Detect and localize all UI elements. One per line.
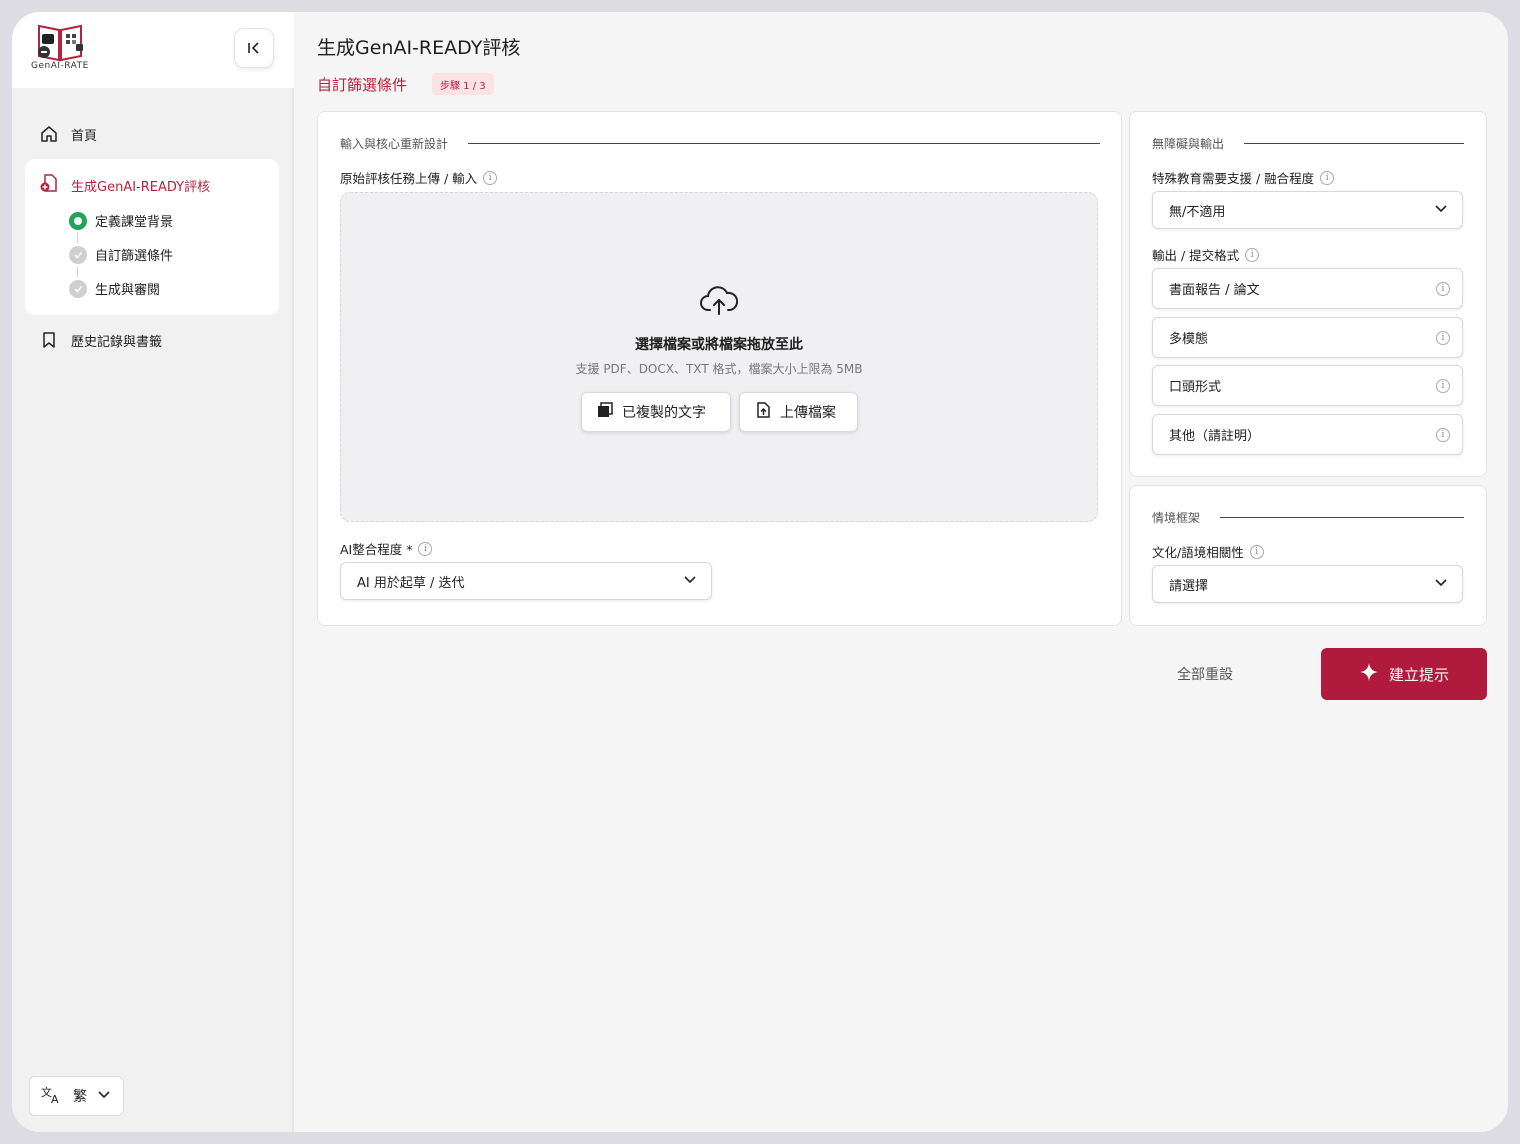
language-label: 繁 [73, 1089, 87, 1105]
select-value: 無/不適用 [1169, 204, 1226, 220]
select-value: AI 用於起草 / 迭代 [357, 575, 465, 591]
select-value: 請選擇 [1169, 578, 1209, 594]
info-icon[interactable]: i [1436, 378, 1450, 393]
section-divider [468, 143, 1100, 144]
field-label-text: 原始評核任務上傳 / 輸入 [340, 171, 478, 186]
chevron-down-icon [683, 572, 697, 590]
accessibility-card: 無障礙與輸出 特殊教育需要支援 / 融合程度 i 無/不適用 輸出 / 提交格式… [1129, 111, 1487, 477]
chevron-down-icon [97, 1087, 111, 1105]
sidebar-item-generate[interactable]: 生成GenAI-READY評核 [39, 173, 210, 197]
sen-label: 特殊教育需要支援 / 融合程度 i [1152, 168, 1335, 187]
step-connector [77, 267, 78, 277]
dropzone-title: 選擇檔案或將檔案拖放至此 [635, 337, 803, 353]
step-pending-icon [69, 279, 87, 298]
collapse-left-icon [248, 42, 259, 54]
field-label-text: 文化/語境相關性 [1152, 545, 1244, 560]
file-upload-icon [754, 401, 772, 423]
cloud-upload-icon [700, 286, 738, 315]
translate-icon: 文 A [41, 1084, 63, 1108]
create-prompt-button[interactable]: 建立提示 [1321, 648, 1487, 700]
logo-text: GenAI-RATE [31, 61, 89, 71]
section-title: 輸入與核心重新設計 [340, 137, 449, 151]
section-title: 情境框架 [1152, 511, 1201, 525]
section-divider [1220, 517, 1464, 518]
sidebar: GenAI-RATE 首頁 生成GenAI-READY評核 定義課堂背景 自訂篩… [12, 12, 294, 1132]
sidebar-active-group: 生成GenAI-READY評核 定義課堂背景 自訂篩選條件 生成與審閱 [25, 159, 279, 315]
step-item-1[interactable]: 定義課堂背景 [69, 211, 173, 230]
step-badge: 步驟 1 / 3 [432, 73, 494, 95]
language-selector[interactable]: 文 A 繁 [29, 1076, 124, 1116]
svg-text:A: A [51, 1093, 59, 1104]
info-icon[interactable]: i [1249, 544, 1264, 559]
chevron-down-icon [1434, 201, 1448, 219]
page-subtitle: 自訂篩選條件 [317, 76, 408, 94]
info-icon[interactable]: i [1436, 427, 1450, 442]
button-label: 已複製的文字 [622, 405, 706, 421]
section-header-input: 輸入與核心重新設計 [340, 135, 1100, 152]
ai-level-label: AI整合程度 * i [340, 539, 433, 558]
upload-label: 原始評核任務上傳 / 輸入 i [340, 168, 498, 187]
sen-select[interactable]: 無/不適用 [1152, 191, 1463, 229]
file-dropzone[interactable]: 選擇檔案或將檔案拖放至此 支援 PDF、DOCX、TXT 格式，檔案大小上限為 … [340, 192, 1098, 522]
copy-icon [596, 401, 614, 423]
sidebar-item-home[interactable]: 首頁 [39, 124, 97, 144]
option-label: 書面報告 / 論文 [1169, 283, 1260, 298]
reset-all-button[interactable]: 全部重設 [1177, 664, 1233, 684]
bookmark-icon [39, 330, 59, 350]
section-divider [1244, 143, 1464, 144]
option-label: 其他（請註明） [1169, 429, 1261, 444]
info-icon[interactable]: i [1245, 247, 1260, 262]
step-complete-icon [69, 211, 87, 230]
ai-level-select[interactable]: AI 用於起草 / 迭代 [340, 562, 712, 600]
step-label: 定義課堂背景 [95, 215, 174, 230]
field-label-text: 輸出 / 提交格式 [1152, 248, 1240, 263]
info-icon[interactable]: i [1436, 330, 1450, 345]
info-icon[interactable]: i [1320, 170, 1335, 185]
format-option-written[interactable]: 書面報告 / 論文 i [1152, 268, 1463, 309]
dropzone-hint: 支援 PDF、DOCX、TXT 格式，檔案大小上限為 5MB [575, 362, 863, 376]
option-label: 多模態 [1169, 332, 1209, 347]
input-card: 輸入與核心重新設計 原始評核任務上傳 / 輸入 i 選擇檔案或將檔案拖放至此 支… [317, 111, 1122, 626]
step-connector [77, 233, 78, 243]
step-item-3[interactable]: 生成與審閱 [69, 279, 160, 298]
chevron-down-icon [1434, 575, 1448, 593]
app-frame: GenAI-RATE 首頁 生成GenAI-READY評核 定義課堂背景 自訂篩… [12, 12, 1508, 1132]
sidebar-item-label: 歷史記錄與書籤 [71, 334, 163, 350]
section-title: 無障礙與輸出 [1152, 137, 1225, 151]
sparkle-icon [1359, 662, 1379, 686]
info-icon[interactable]: i [418, 541, 433, 556]
sidebar-item-history[interactable]: 歷史記錄與書籤 [39, 330, 162, 350]
format-option-other[interactable]: 其他（請註明） i [1152, 414, 1463, 455]
button-label: 建立提示 [1388, 665, 1449, 684]
field-label-text: 特殊教育需要支援 / 融合程度 [1152, 171, 1315, 186]
sidebar-item-label: 生成GenAI-READY評核 [71, 179, 211, 195]
section-header-accessibility: 無障礙與輸出 [1152, 135, 1464, 152]
format-option-multimodal[interactable]: 多模態 i [1152, 317, 1463, 358]
info-icon[interactable]: i [1436, 281, 1450, 296]
relevance-label: 文化/語境相關性 i [1152, 542, 1264, 561]
logo-area: GenAI-RATE [12, 12, 294, 88]
upload-file-button[interactable]: 上傳檔案 [739, 392, 858, 432]
format-option-oral[interactable]: 口頭形式 i [1152, 365, 1463, 406]
section-header-context: 情境框架 [1152, 509, 1464, 526]
page-title: 生成GenAI-READY評核 [317, 37, 521, 59]
collapse-sidebar-button[interactable] [234, 28, 274, 68]
step-pending-icon [69, 245, 87, 264]
info-icon[interactable]: i [483, 170, 498, 185]
format-label: 輸出 / 提交格式 i [1152, 245, 1260, 264]
context-card: 情境框架 文化/語境相關性 i 請選擇 [1129, 485, 1487, 626]
button-label: 上傳檔案 [780, 405, 836, 421]
home-icon [39, 124, 59, 144]
step-item-2[interactable]: 自訂篩選條件 [69, 245, 173, 264]
relevance-select[interactable]: 請選擇 [1152, 565, 1463, 603]
document-add-icon [39, 173, 59, 197]
step-label: 自訂篩選條件 [95, 249, 174, 264]
paste-text-button[interactable]: 已複製的文字 [581, 392, 731, 432]
field-label-text: AI整合程度 * [340, 542, 413, 557]
sidebar-item-label: 首頁 [71, 128, 98, 144]
step-label: 生成與審閱 [95, 283, 161, 298]
option-label: 口頭形式 [1169, 380, 1222, 395]
